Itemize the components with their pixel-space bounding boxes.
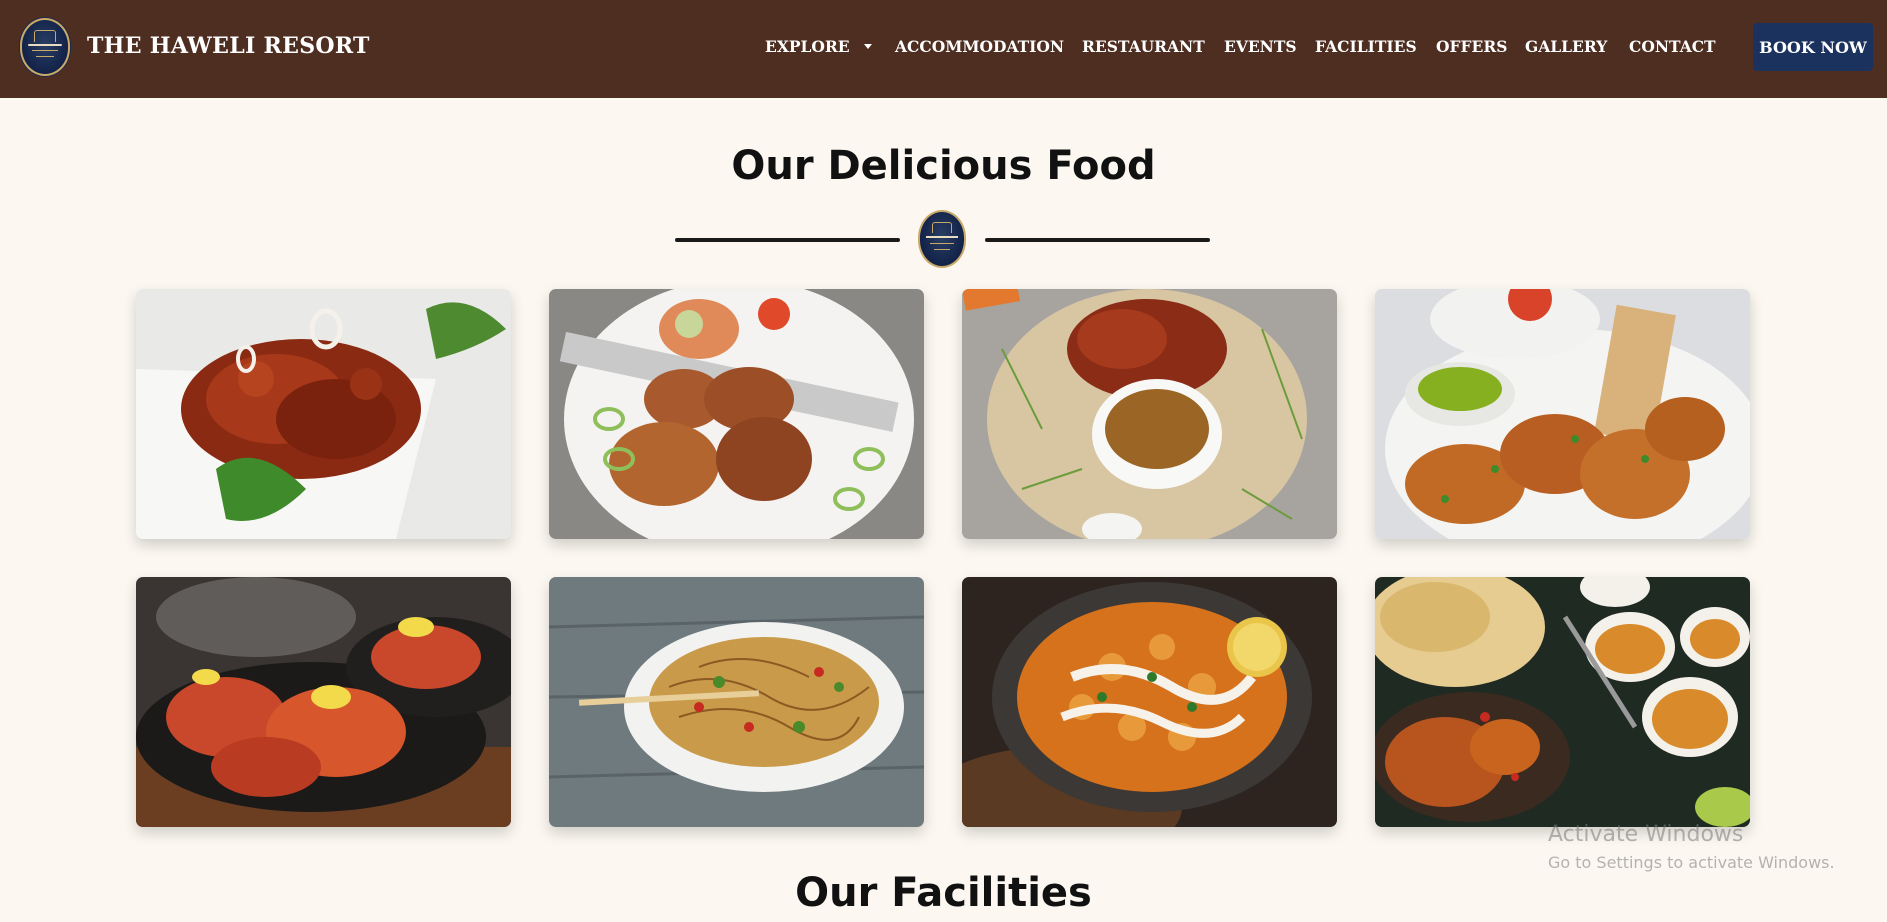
watermark-title: Activate Windows (1548, 822, 1744, 847)
resort-emblem (918, 210, 966, 268)
nav-explore[interactable]: EXPLORE (765, 37, 850, 56)
section-title-food: Our Delicious Food (731, 143, 1156, 189)
food-image-paneer-curry[interactable] (962, 577, 1337, 827)
watermark-subtitle: Go to Settings to activate Windows. (1548, 853, 1835, 872)
nav-contact[interactable]: CONTACT (1629, 37, 1716, 56)
nav-offers[interactable]: OFFERS (1436, 37, 1507, 56)
food-image-pakora[interactable] (1375, 289, 1750, 539)
site-header: THE HAWELI RESORT EXPLORE ACCOMMODATION … (0, 0, 1887, 98)
brand-name[interactable]: THE HAWELI RESORT (87, 33, 370, 59)
nav-gallery[interactable]: GALLERY (1525, 37, 1607, 56)
section-title-facilities: Our Facilities (795, 870, 1092, 916)
food-image-biryani[interactable] (962, 289, 1337, 539)
resort-logo[interactable] (20, 18, 70, 76)
nav-restaurant[interactable]: RESTAURANT (1082, 37, 1205, 56)
food-image-naan-curry[interactable] (1375, 577, 1750, 827)
nav-accommodation[interactable]: ACCOMMODATION (895, 37, 1064, 56)
food-image-sizzler[interactable] (136, 577, 511, 827)
food-image-chicken-tikka[interactable] (549, 289, 924, 539)
book-now-button[interactable]: BOOK NOW (1753, 23, 1873, 71)
divider-right (985, 238, 1210, 242)
chevron-down-icon[interactable] (864, 44, 872, 49)
windows-activation-watermark: Activate Windows Go to Settings to activ… (1548, 822, 1835, 872)
nav-facilities[interactable]: FACILITIES (1315, 37, 1417, 56)
divider-left (675, 238, 900, 242)
food-image-noodles[interactable] (549, 577, 924, 827)
food-image-chilli-chicken[interactable] (136, 289, 511, 539)
nav-events[interactable]: EVENTS (1224, 37, 1297, 56)
